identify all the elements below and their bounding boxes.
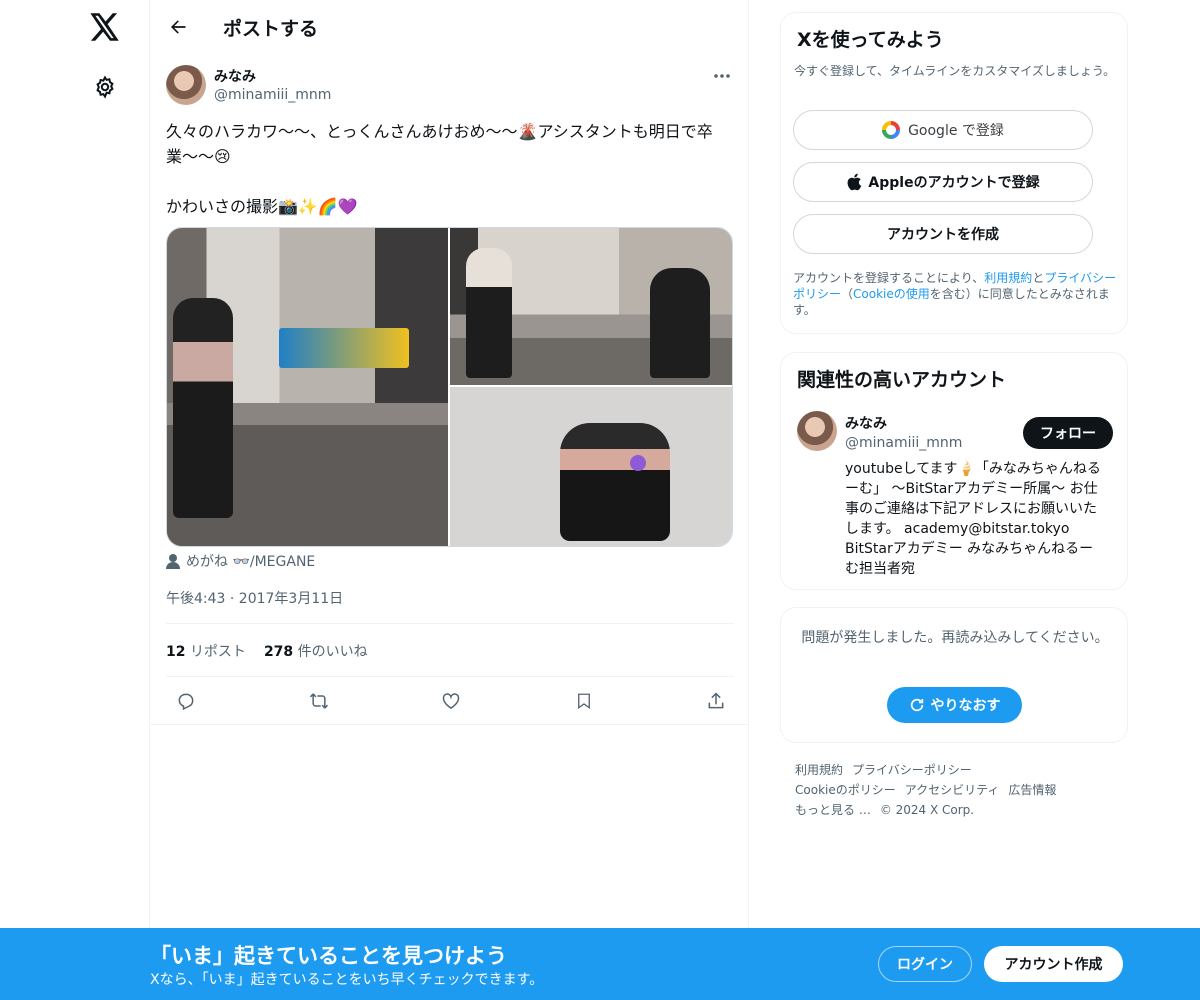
bottom-signup-banner: 「いま」起きていることを見つけよう Xなら、「いま」起きていることをいち早くチェ… [0, 928, 1200, 1000]
photo-3-person [560, 423, 670, 541]
footer-copyright: © 2024 X Corp. [879, 803, 975, 817]
footer-ads-link[interactable]: 広告情報 [1008, 783, 1056, 797]
signup-card-subtitle: 今すぐ登録して、タイムラインをカスタマイズしましょう。 [794, 64, 1116, 78]
login-button[interactable]: ログイン [878, 946, 972, 982]
settings-gear-icon[interactable] [90, 72, 120, 102]
tweet-media-grid[interactable] [166, 227, 733, 547]
google-signup-button[interactable]: Google で登録 [793, 110, 1093, 150]
related-accounts-card: 関連性の高いアカウント みなみ @minamiii_mnm フォロー youtu… [780, 352, 1128, 590]
photo-1-truck [279, 328, 409, 368]
back-arrow-icon[interactable] [162, 11, 194, 43]
refresh-icon [910, 698, 923, 712]
more-options-icon[interactable] [710, 66, 734, 86]
likes-label: 件のいいね [297, 644, 368, 660]
divider [150, 724, 748, 725]
related-account-bio: youtubeしてます🍦「みなみちゃんねるーむ」 〜BitStarアカデミー所属… [845, 461, 1101, 577]
person-icon [166, 553, 180, 569]
apple-signup-label: Appleのアカウントで登録 [868, 175, 1040, 191]
photo-2-photographer [650, 268, 710, 378]
tweet-timestamp[interactable]: 午後4:43 · 2017年3月11日 [166, 588, 343, 608]
tagged-user[interactable]: めがね 👓/MEGANE [166, 551, 315, 571]
share-icon[interactable] [701, 686, 731, 716]
photo-3-lollipop [630, 455, 646, 471]
avatar[interactable] [797, 411, 837, 451]
like-heart-icon[interactable] [436, 686, 466, 716]
reply-icon[interactable] [171, 686, 201, 716]
banner-signup-button[interactable]: アカウント作成 [984, 946, 1123, 982]
tweet-actions [166, 686, 736, 716]
likes-stat[interactable]: 278 件のいいね [264, 641, 368, 661]
reposts-count: 12 [166, 644, 186, 660]
signup-card: Xを使ってみよう 今すぐ登録して、タイムラインをカスタマイズしましょう。 Goo… [780, 12, 1128, 334]
x-logo-icon[interactable] [88, 10, 122, 44]
legal-and: と [1032, 271, 1045, 285]
apple-signup-button[interactable]: Appleのアカウントで登録 [793, 162, 1093, 202]
legal-paren: （ [841, 287, 854, 301]
author-handle[interactable]: @minamiii_mnm [214, 87, 331, 103]
avatar[interactable] [166, 65, 206, 105]
signup-card-title: Xを使ってみよう [797, 29, 944, 51]
follow-button[interactable]: フォロー [1023, 417, 1113, 449]
page-title: ポストする [223, 18, 319, 40]
author-name[interactable]: みなみ [214, 66, 256, 86]
tagged-user-label: めがね 👓/MEGANE [186, 554, 316, 570]
error-message: 問題が発生しました。再読み込みしてください。 [801, 630, 1109, 646]
left-rail [0, 0, 150, 1000]
banner-title: 「いま」起きていることを見つけよう [150, 944, 507, 968]
photo-2-person [466, 248, 512, 378]
footer-terms-link[interactable]: 利用規約 [795, 763, 843, 777]
photo-1[interactable] [167, 228, 448, 546]
google-signup-label: Google で登録 [908, 123, 1004, 139]
tweet-stats: 12 リポスト 278 件のいいね [166, 641, 368, 661]
related-account-handle[interactable]: @minamiii_mnm [845, 435, 962, 451]
footer-privacy-link[interactable]: プライバシーポリシー [852, 763, 972, 777]
tweet-author: みなみ @minamiii_mnm [166, 64, 734, 108]
legal-prefix: アカウントを登録することにより、 [793, 271, 985, 285]
photo-1-person [173, 298, 233, 518]
retry-button[interactable]: やりなおす [887, 687, 1022, 723]
bookmark-icon[interactable] [569, 686, 599, 716]
create-account-button[interactable]: アカウントを作成 [793, 214, 1093, 254]
terms-link[interactable]: 利用規約 [984, 271, 1032, 285]
signup-legal-text: アカウントを登録することにより、利用規約とプライバシーポリシー（Cookieの使… [793, 270, 1123, 318]
footer-cookie-link[interactable]: Cookieのポリシー [795, 783, 896, 797]
top-bar: ポストする [150, 0, 748, 53]
related-card-title: 関連性の高いアカウント [797, 369, 1007, 391]
footer-accessibility-link[interactable]: アクセシビリティ [905, 783, 1000, 797]
related-account-name[interactable]: みなみ [845, 413, 887, 433]
retry-label: やりなおす [930, 698, 1001, 714]
cookie-link[interactable]: Cookieの使用 [853, 287, 930, 301]
divider [166, 676, 734, 677]
photo-2[interactable] [450, 228, 732, 385]
repost-icon[interactable] [304, 686, 334, 716]
divider [166, 623, 734, 624]
banner-subtitle: Xなら、「いま」起きていることをいち早くチェックできます。 [150, 972, 544, 988]
error-card: 問題が発生しました。再読み込みしてください。 やりなおす [780, 607, 1128, 743]
reposts-stat[interactable]: 12 リポスト [166, 641, 246, 661]
main-column: ポストする みなみ @minamiii_mnm 久々のハラカワ〜〜、とっくんさん… [149, 0, 749, 1000]
photo-3[interactable] [450, 387, 732, 546]
google-icon [882, 121, 901, 139]
apple-icon [846, 173, 862, 191]
reposts-label: リポスト [189, 644, 246, 660]
likes-count: 278 [263, 644, 294, 660]
footer-more-link[interactable]: もっと見る … [795, 803, 871, 817]
tweet-text: 久々のハラカワ〜〜、とっくんさんあけおめ〜〜🌋アシスタントも明日で卒業〜〜😢 か… [166, 122, 713, 216]
footer-links: 利用規約 プライバシーポリシー Cookieのポリシー アクセシビリティ 広告情報 も… [795, 760, 1125, 820]
